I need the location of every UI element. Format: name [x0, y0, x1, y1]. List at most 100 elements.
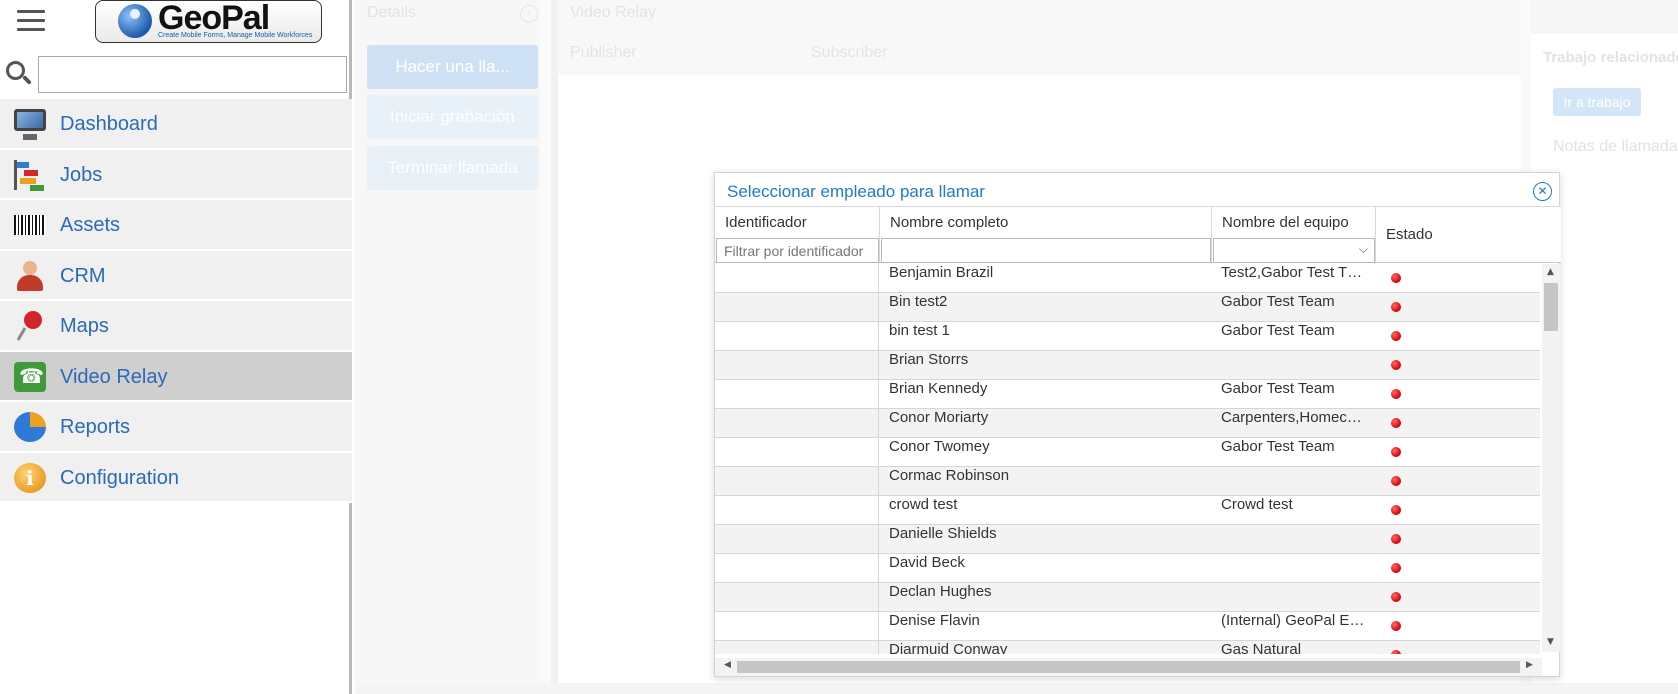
- scroll-up-icon[interactable]: ▲: [1547, 267, 1554, 277]
- cell-id: [715, 554, 879, 582]
- scroll-left-icon[interactable]: ◀: [724, 660, 731, 670]
- table-row[interactable]: crowd test Crowd test: [715, 496, 1540, 525]
- cell-full-name: David Beck: [889, 554, 965, 571]
- cell-full-name: Cormac Robinson: [889, 467, 1010, 484]
- table-row[interactable]: bin test 1 Gabor Test Team: [715, 322, 1540, 351]
- sidebar: GeoPal Create Mobile Forms, Manage Mobil…: [0, 0, 352, 694]
- geopal-logo[interactable]: GeoPal Create Mobile Forms, Manage Mobil…: [95, 0, 322, 43]
- dialog-title: Seleccionar empleado para llamar: [727, 182, 985, 201]
- video-relay-header: [558, 0, 1521, 75]
- collapse-panel-icon[interactable]: ‹: [520, 5, 538, 23]
- cell-team-name: [1221, 351, 1365, 379]
- column-header-id[interactable]: Identificador: [715, 207, 880, 264]
- nav-label: Maps: [60, 315, 109, 337]
- status-offline-icon: [1391, 563, 1401, 573]
- scrollbar-thumb[interactable]: [1544, 283, 1558, 331]
- table-row[interactable]: Conor Twomey Gabor Test Team: [715, 438, 1540, 467]
- nav-item-jobs[interactable]: Jobs: [0, 149, 352, 200]
- table-row[interactable]: Danielle Shields: [715, 525, 1540, 554]
- nav-label: Video Relay: [60, 365, 168, 388]
- start-recording-button[interactable]: Iniciar grabación: [367, 95, 538, 139]
- cell-team-name: [1221, 583, 1365, 611]
- cell-full-name: Benjamin Brazil: [889, 264, 994, 281]
- gantt-chart-icon: [14, 159, 46, 191]
- cell-full-name: Declan Hughes: [889, 583, 992, 600]
- map-pin-icon: [14, 311, 46, 341]
- chevron-down-icon: ⌵: [1358, 242, 1368, 256]
- barcode-icon: [14, 215, 46, 235]
- cell-full-name: bin test 1: [889, 322, 950, 339]
- status-offline-icon: [1391, 505, 1401, 515]
- nav-item-maps[interactable]: Maps: [0, 301, 352, 352]
- close-icon[interactable]: ✕: [1533, 182, 1552, 201]
- nav-label: CRM: [60, 264, 106, 287]
- cell-team-name: [1221, 525, 1365, 553]
- status-offline-icon: [1391, 331, 1401, 341]
- nav-item-assets[interactable]: Assets: [0, 200, 352, 251]
- nav-label: Assets: [60, 214, 121, 236]
- hamburger-menu-icon[interactable]: [17, 10, 45, 32]
- table-row[interactable]: Declan Hughes: [715, 583, 1540, 612]
- go-to-job-button[interactable]: Ir a trabajo: [1553, 88, 1641, 116]
- column-label: Nombre del equipo: [1222, 214, 1349, 231]
- cell-id: [715, 409, 879, 437]
- related-job-title: Trabajo relacionado: [1543, 49, 1678, 66]
- nav-item-video-relay[interactable]: Video Relay: [0, 351, 352, 402]
- search-row: [0, 53, 352, 95]
- table-row[interactable]: Benjamin Brazil Test2,Gabor Test T…: [715, 264, 1540, 293]
- status-offline-icon: [1391, 476, 1401, 486]
- column-header-name[interactable]: Nombre completo: [880, 207, 1212, 264]
- make-call-button[interactable]: Hacer una lla...: [367, 45, 538, 89]
- column-header-team[interactable]: Nombre del equipo ⌵: [1212, 207, 1376, 264]
- nav-item-reports[interactable]: Reports: [0, 402, 352, 453]
- filter-id-input[interactable]: [716, 238, 879, 263]
- cell-id: [715, 583, 879, 611]
- filter-name-input[interactable]: [881, 238, 1211, 263]
- status-offline-icon: [1391, 273, 1401, 283]
- related-job-header: [1531, 0, 1678, 34]
- cell-id: [715, 467, 879, 495]
- column-label: Identificador: [725, 214, 807, 231]
- grid-header: Identificador Nombre completo Nombre del…: [715, 206, 1561, 264]
- cell-team-name: Gas Natural: [1221, 641, 1302, 654]
- search-input[interactable]: [38, 56, 347, 93]
- cell-id: [715, 380, 879, 408]
- cell-team-name: [1221, 554, 1365, 582]
- table-row[interactable]: Diarmuid Conway Gas Natural: [715, 641, 1540, 654]
- nav-item-configuration[interactable]: Configuration: [0, 452, 352, 503]
- panel-splitter[interactable]: [540, 0, 558, 683]
- table-row[interactable]: David Beck: [715, 554, 1540, 583]
- table-row[interactable]: Conor Moriarty Carpenters,Homec…: [715, 409, 1540, 438]
- details-title: Details: [367, 4, 416, 21]
- cell-id: [715, 438, 879, 466]
- status-offline-icon: [1391, 592, 1401, 602]
- table-row[interactable]: Brian Kennedy Gabor Test Team: [715, 380, 1540, 409]
- table-row[interactable]: Brian Storrs: [715, 351, 1540, 380]
- column-header-state[interactable]: Estado: [1376, 207, 1561, 264]
- search-icon[interactable]: [6, 61, 32, 87]
- nav-label: Dashboard: [60, 113, 158, 135]
- status-offline-icon: [1391, 360, 1401, 370]
- nav-item-dashboard[interactable]: Dashboard: [0, 99, 352, 150]
- logo-tagline: Create Mobile Forms, Manage Mobile Workf…: [158, 32, 313, 39]
- table-row[interactable]: Denise Flavin (Internal) GeoPal E…: [715, 612, 1540, 641]
- table-row[interactable]: Bin test2 Gabor Test Team: [715, 293, 1540, 322]
- table-row[interactable]: Cormac Robinson: [715, 467, 1540, 496]
- end-call-button[interactable]: Terminar llamada: [367, 146, 538, 190]
- scroll-down-icon[interactable]: ▼: [1547, 637, 1554, 647]
- scroll-right-icon[interactable]: ▶: [1526, 660, 1533, 670]
- column-label: Nombre completo: [890, 214, 1009, 231]
- scrollbar-thumb[interactable]: [737, 661, 1520, 673]
- cell-full-name: Brian Storrs: [889, 351, 969, 368]
- nav-label: Jobs: [60, 163, 103, 186]
- nav-item-crm[interactable]: CRM: [0, 250, 352, 301]
- status-offline-icon: [1391, 389, 1401, 399]
- publisher-label: Publisher: [570, 44, 637, 61]
- vertical-scrollbar[interactable]: ▲ ▼: [1542, 264, 1560, 652]
- video-phone-icon: [14, 361, 46, 392]
- filter-team-select[interactable]: ⌵: [1213, 238, 1375, 263]
- cell-team-name: Gabor Test Team: [1221, 293, 1335, 310]
- horizontal-scrollbar[interactable]: ◀ ▶: [715, 658, 1542, 676]
- cell-id: [715, 322, 879, 350]
- cell-team-name: Carpenters,Homec…: [1221, 409, 1362, 426]
